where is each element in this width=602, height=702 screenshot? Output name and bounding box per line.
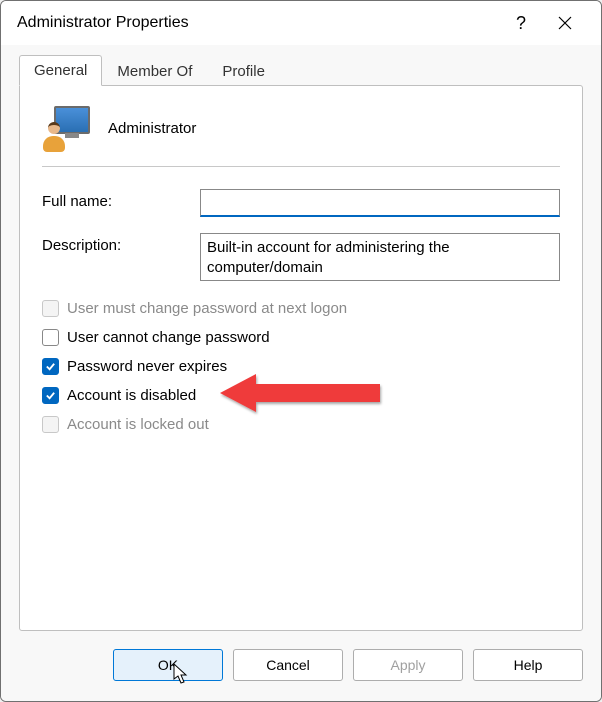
checkbox-never-expires[interactable]: Password never expires <box>42 358 560 375</box>
dialog-content: General Member Of Profile Administrator … <box>1 45 601 631</box>
checkbox-cannot-change[interactable]: User cannot change password <box>42 329 560 346</box>
close-icon <box>558 16 572 30</box>
checkbox-icon <box>42 358 59 375</box>
checkbox-icon <box>42 329 59 346</box>
cancel-button[interactable]: Cancel <box>233 649 343 681</box>
titlebar: Administrator Properties ? <box>1 1 601 45</box>
user-name: Administrator <box>108 120 196 137</box>
tabstrip: General Member Of Profile <box>19 53 583 85</box>
full-name-label: Full name: <box>42 189 200 210</box>
user-icon <box>42 104 90 152</box>
help-button[interactable]: ? <box>499 1 543 45</box>
help-button-footer[interactable]: Help <box>473 649 583 681</box>
checkbox-icon <box>42 300 59 317</box>
divider <box>42 166 560 167</box>
close-button[interactable] <box>543 1 587 45</box>
description-input[interactable]: Built-in account for administering the c… <box>200 233 560 281</box>
checkbox-locked-out: Account is locked out <box>42 416 560 433</box>
checkbox-label: User cannot change password <box>67 329 270 346</box>
apply-button[interactable]: Apply <box>353 649 463 681</box>
description-label: Description: <box>42 233 200 254</box>
checkbox-icon <box>42 416 59 433</box>
full-name-row: Full name: <box>42 189 560 217</box>
checkbox-must-change: User must change password at next logon <box>42 300 560 317</box>
ok-button[interactable]: OK <box>113 649 223 681</box>
window-title: Administrator Properties <box>17 14 499 32</box>
checkbox-group: User must change password at next logon … <box>42 300 560 433</box>
checkbox-label: Account is locked out <box>67 416 209 433</box>
tab-profile[interactable]: Profile <box>207 56 280 86</box>
full-name-input[interactable] <box>200 189 560 217</box>
checkbox-account-disabled[interactable]: Account is disabled <box>42 387 560 404</box>
checkbox-label: User must change password at next logon <box>67 300 347 317</box>
tab-general[interactable]: General <box>19 55 102 86</box>
checkbox-label: Account is disabled <box>67 387 196 404</box>
tabpanel-general: Administrator Full name: Description: Bu… <box>19 85 583 631</box>
checkbox-label: Password never expires <box>67 358 227 375</box>
tab-member-of[interactable]: Member Of <box>102 56 207 86</box>
description-row: Description: Built-in account for admini… <box>42 233 560 284</box>
properties-dialog: Administrator Properties ? General Membe… <box>0 0 602 702</box>
checkbox-icon <box>42 387 59 404</box>
button-row: OK Cancel Apply Help <box>1 631 601 701</box>
user-header: Administrator <box>42 104 560 152</box>
